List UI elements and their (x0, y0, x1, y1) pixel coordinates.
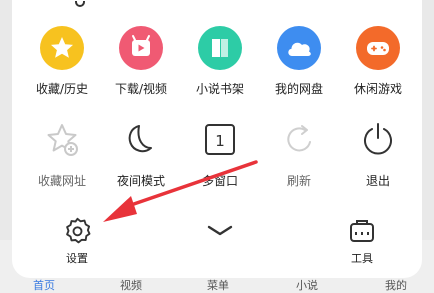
menu-item-favorites-history[interactable]: 收藏/历史 (22, 26, 102, 96)
star-icon (40, 26, 84, 70)
menu-sheet: 收藏/历史 下载/视频 小说书架 我的网盘 休闲游戏 收藏网址 夜间模式 1 多… (12, 0, 422, 278)
nav-novel[interactable]: 小说 (277, 280, 337, 292)
menu-item-cloud-drive[interactable]: 我的网盘 (259, 26, 339, 96)
download-video-icon (119, 26, 163, 70)
menu-item-download-video[interactable]: 下载/视频 (101, 26, 181, 96)
chevron-down-icon (207, 225, 233, 236)
menu-item-label: 下载/视频 (114, 82, 168, 96)
menu-item-label: 退出 (365, 174, 390, 188)
power-icon (364, 123, 392, 155)
window-count-icon: 1 (205, 124, 235, 155)
nav-video[interactable]: 视频 (101, 280, 161, 292)
tools-label: 工具 (351, 252, 373, 265)
menu-item-label: 收藏网址 (37, 174, 86, 188)
book-icon (198, 26, 242, 70)
menu-item-bookmark-site[interactable]: 收藏网址 (22, 118, 102, 188)
menu-item-label: 休闲游戏 (353, 82, 402, 96)
menu-item-label: 小说书架 (195, 82, 244, 96)
cloud-icon (277, 26, 321, 70)
menu-item-label: 夜间模式 (116, 174, 165, 188)
menu-item-refresh[interactable]: 刷新 (259, 118, 339, 188)
moon-icon (128, 125, 152, 153)
menu-item-novel-shelf[interactable]: 小说书架 (180, 26, 260, 96)
gear-icon (66, 217, 91, 244)
gamepad-icon (356, 26, 400, 70)
menu-item-casual-games[interactable]: 休闲游戏 (338, 26, 418, 96)
nav-home[interactable]: 首页 (14, 280, 74, 292)
settings-button[interactable]: 设置 (37, 214, 117, 266)
nav-mine[interactable]: 我的 (366, 280, 426, 292)
menu-item-exit[interactable]: 退出 (338, 118, 418, 188)
menu-item-night-mode[interactable]: 夜间模式 (101, 118, 181, 188)
settings-label: 设置 (66, 252, 88, 265)
menu-item-label: 我的网盘 (274, 82, 323, 96)
star-plus-icon (47, 124, 78, 156)
nav-menu[interactable]: 菜单 (188, 280, 248, 292)
menu-item-multi-window[interactable]: 1 多窗口 (180, 118, 260, 188)
toolbox-icon (350, 220, 374, 242)
refresh-icon (287, 125, 311, 152)
menu-item-label: 多窗口 (201, 174, 238, 188)
tools-button[interactable]: 工具 (322, 214, 402, 266)
menu-item-label: 收藏/历史 (35, 82, 89, 96)
svg-text:1: 1 (215, 132, 225, 150)
sheet-handle (75, 1, 85, 7)
collapse-button[interactable] (180, 224, 260, 238)
menu-item-label: 刷新 (286, 174, 311, 188)
